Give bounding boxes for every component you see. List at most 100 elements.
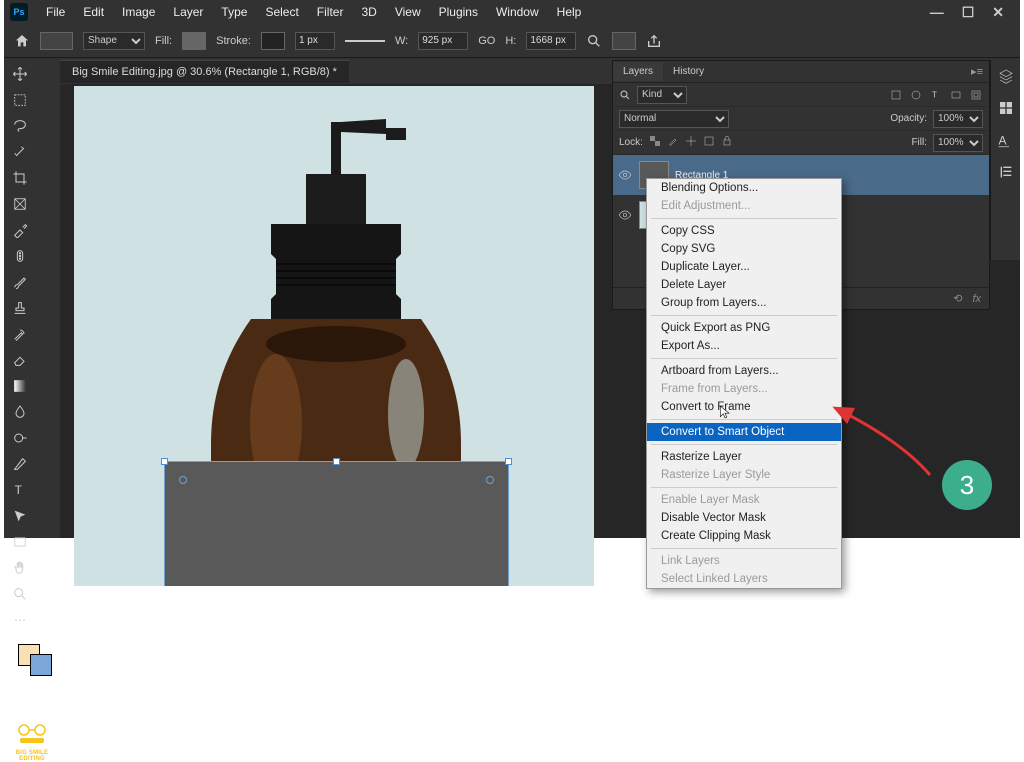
wand-tool[interactable] xyxy=(8,140,32,164)
opacity-select[interactable]: 100% xyxy=(933,110,983,128)
menu-view[interactable]: View xyxy=(387,2,429,22)
ctx-rasterize-layer[interactable]: Rasterize Layer xyxy=(647,448,841,466)
anchor-point[interactable] xyxy=(179,476,187,484)
lasso-tool[interactable] xyxy=(8,114,32,138)
frame-tool[interactable] xyxy=(8,192,32,216)
tool-preset[interactable] xyxy=(40,32,73,50)
rectangle-shape[interactable] xyxy=(164,461,509,586)
stroke-swatch[interactable] xyxy=(261,32,285,50)
stroke-style[interactable] xyxy=(345,40,385,42)
move-tool[interactable] xyxy=(8,62,32,86)
transform-handle[interactable] xyxy=(333,458,340,465)
menu-image[interactable]: Image xyxy=(114,2,163,22)
transform-handle[interactable] xyxy=(505,458,512,465)
visibility-icon[interactable] xyxy=(617,207,633,223)
dodge-tool[interactable] xyxy=(8,426,32,450)
filter-adjust-icon[interactable] xyxy=(909,88,923,102)
workspace-switch[interactable] xyxy=(612,32,636,50)
lock-all-icon[interactable] xyxy=(721,135,733,150)
lock-transparency-icon[interactable] xyxy=(649,135,661,150)
minimize-button[interactable]: — xyxy=(930,4,944,21)
ctx-blending-options[interactable]: Blending Options... xyxy=(647,179,841,197)
panel-menu-icon[interactable]: ▸≡ xyxy=(971,65,983,78)
ctx-convert-to-smart-object[interactable]: Convert to Smart Object xyxy=(647,423,841,441)
ctx-group-from-layers[interactable]: Group from Layers... xyxy=(647,294,841,312)
menu-layer[interactable]: Layer xyxy=(165,2,211,22)
lock-artboard-icon[interactable] xyxy=(703,135,715,150)
shape-mode-select[interactable]: Shape xyxy=(83,32,145,50)
transform-handle[interactable] xyxy=(161,458,168,465)
history-brush-tool[interactable] xyxy=(8,322,32,346)
hand-tool[interactable] xyxy=(8,556,32,580)
height-input[interactable] xyxy=(526,32,576,50)
fx-icon[interactable]: fx xyxy=(972,293,981,305)
type-collapsed-icon[interactable]: A xyxy=(996,130,1016,150)
maximize-button[interactable]: ☐ xyxy=(962,4,975,21)
menu-plugins[interactable]: Plugins xyxy=(431,2,486,22)
ctx-create-clipping-mask[interactable]: Create Clipping Mask xyxy=(647,527,841,545)
share-icon[interactable] xyxy=(646,33,662,49)
link-wh[interactable]: GO xyxy=(478,35,495,47)
swatches-collapsed-icon[interactable] xyxy=(996,98,1016,118)
ctx-convert-to-frame[interactable]: Convert to Frame xyxy=(647,398,841,416)
filter-pixel-icon[interactable] xyxy=(889,88,903,102)
menu-select[interactable]: Select xyxy=(257,2,306,22)
ctx-export-as[interactable]: Export As... xyxy=(647,337,841,355)
filter-smart-icon[interactable] xyxy=(969,88,983,102)
ctx-copy-css[interactable]: Copy CSS xyxy=(647,222,841,240)
pen-tool[interactable] xyxy=(8,452,32,476)
menu-3d[interactable]: 3D xyxy=(353,2,384,22)
width-input[interactable] xyxy=(418,32,468,50)
menu-type[interactable]: Type xyxy=(213,2,255,22)
color-swatches[interactable] xyxy=(8,644,56,678)
fill-select[interactable]: 100% xyxy=(933,134,983,152)
close-button[interactable]: ✕ xyxy=(992,4,1004,21)
blend-mode-select[interactable]: Normal xyxy=(619,110,729,128)
blur-tool[interactable] xyxy=(8,400,32,424)
background-color[interactable] xyxy=(30,654,52,676)
tab-layers[interactable]: Layers xyxy=(613,62,663,81)
menu-help[interactable]: Help xyxy=(549,2,590,22)
path-tool[interactable] xyxy=(8,504,32,528)
gradient-tool[interactable] xyxy=(8,374,32,398)
marquee-tool[interactable] xyxy=(8,88,32,112)
paragraph-collapsed-icon[interactable] xyxy=(996,162,1016,182)
link-layers-icon[interactable]: ⟲ xyxy=(953,292,962,305)
menu-file[interactable]: File xyxy=(38,2,73,22)
lock-brush-icon[interactable] xyxy=(667,135,679,150)
ctx-artboard-from-layers[interactable]: Artboard from Layers... xyxy=(647,362,841,380)
home-icon[interactable] xyxy=(14,33,30,49)
search-icon[interactable] xyxy=(586,33,602,49)
stroke-width-input[interactable] xyxy=(295,32,335,50)
zoom-tool[interactable] xyxy=(8,582,32,606)
ctx-duplicate-layer[interactable]: Duplicate Layer... xyxy=(647,258,841,276)
eraser-tool[interactable] xyxy=(8,348,32,372)
menu-window[interactable]: Window xyxy=(488,2,547,22)
heal-tool[interactable] xyxy=(8,244,32,268)
stamp-tool[interactable] xyxy=(8,296,32,320)
menu-filter[interactable]: Filter xyxy=(309,2,352,22)
layers-collapsed-icon[interactable] xyxy=(996,66,1016,86)
ctx-disable-vector-mask[interactable]: Disable Vector Mask xyxy=(647,509,841,527)
visibility-icon[interactable] xyxy=(617,167,633,183)
crop-tool[interactable] xyxy=(8,166,32,190)
extra-tool[interactable]: ⋯ xyxy=(8,608,32,632)
filter-type-icon[interactable]: T xyxy=(929,88,943,102)
tab-history[interactable]: History xyxy=(663,62,714,81)
eyedropper-tool[interactable] xyxy=(8,218,32,242)
anchor-point[interactable] xyxy=(486,476,494,484)
lock-move-icon[interactable] xyxy=(685,135,697,150)
ctx-copy-svg[interactable]: Copy SVG xyxy=(647,240,841,258)
filter-shape-icon[interactable] xyxy=(949,88,963,102)
brush-tool[interactable] xyxy=(8,270,32,294)
type-tool[interactable]: T xyxy=(8,478,32,502)
filter-kind-select[interactable]: Kind xyxy=(637,86,687,104)
search-icon[interactable] xyxy=(619,89,631,101)
fill-swatch[interactable] xyxy=(182,32,206,50)
ctx-delete-layer[interactable]: Delete Layer xyxy=(647,276,841,294)
menu-edit[interactable]: Edit xyxy=(75,2,112,22)
canvas[interactable] xyxy=(74,86,594,586)
ctx-quick-export-as-png[interactable]: Quick Export as PNG xyxy=(647,319,841,337)
rectangle-tool[interactable] xyxy=(8,530,32,554)
document-tab[interactable]: Big Smile Editing.jpg @ 30.6% (Rectangle… xyxy=(60,60,349,83)
